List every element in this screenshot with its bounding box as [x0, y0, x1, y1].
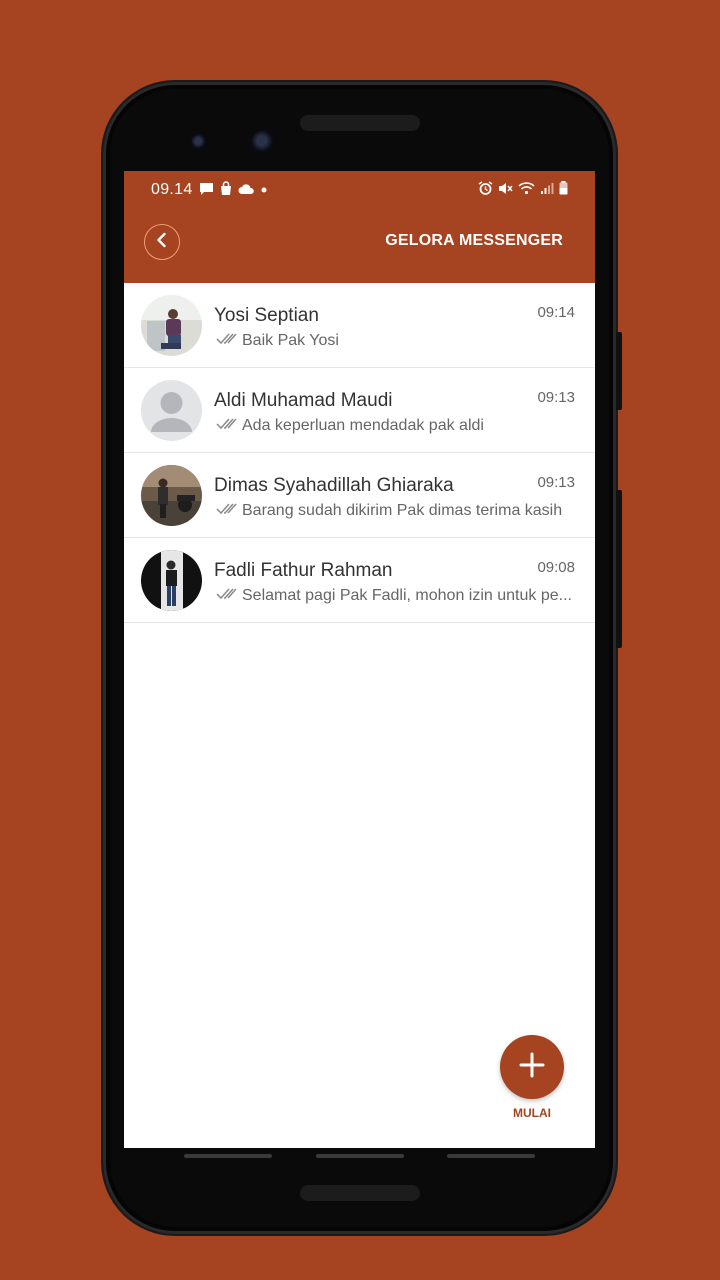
chat-name: Yosi Septian: [214, 305, 319, 326]
message-icon: [199, 182, 214, 198]
chat-name: Dimas Syahadillah Ghiaraka: [214, 475, 454, 496]
chat-time: 09:13: [537, 389, 575, 406]
avatar: [141, 295, 202, 356]
signal-icon: [540, 182, 554, 198]
chat-row[interactable]: Fadli Fathur Rahman 09:08 Selamat pagi P…: [124, 538, 595, 623]
chat-row[interactable]: Yosi Septian 09:14 Baik Pak Yosi: [124, 283, 595, 368]
front-sensor: [191, 134, 207, 150]
chat-preview: Ada keperluan mendadak pak aldi: [216, 417, 573, 435]
dot-icon: [260, 183, 268, 196]
wifi-icon: [518, 181, 535, 198]
plus-icon: [518, 1051, 546, 1084]
page-title: GELORA MESSENGER: [385, 232, 563, 249]
start-chat-button[interactable]: [500, 1035, 564, 1099]
app-bar: GELORA MESSENGER: [124, 208, 595, 283]
bottom-speaker: [300, 1185, 420, 1201]
app-screen: 09.14 GELORA MESSENGER Yosi Septian 09:1…: [124, 171, 595, 1148]
avatar: [141, 380, 202, 441]
chat-name: Aldi Muhamad Maudi: [214, 390, 393, 411]
power-button: [616, 332, 622, 410]
nav-bar-right: [447, 1154, 535, 1158]
double-check-icon: [216, 332, 238, 350]
nav-bar-left: [184, 1154, 272, 1158]
double-check-icon: [216, 587, 238, 605]
nav-bar-center: [316, 1154, 404, 1158]
chat-preview-text: Ada keperluan mendadak pak aldi: [242, 417, 484, 434]
cloud-icon: [238, 183, 255, 197]
chat-preview-text: Selamat pagi Pak Fadli, mohon izin untuk…: [242, 587, 572, 604]
chevron-left-icon: [155, 232, 169, 253]
double-check-icon: [216, 417, 238, 435]
double-check-icon: [216, 502, 238, 520]
chat-time: 09:08: [537, 559, 575, 576]
earpiece-speaker: [300, 115, 420, 131]
chat-list: Yosi Septian 09:14 Baik Pak Yosi Aldi Mu…: [124, 283, 595, 623]
start-chat-label: MULAI: [513, 1106, 551, 1120]
chat-preview: Selamat pagi Pak Fadli, mohon izin untuk…: [216, 587, 573, 605]
bag-icon: [219, 181, 233, 198]
chat-time: 09:13: [537, 474, 575, 491]
chat-preview: Baik Pak Yosi: [216, 332, 573, 350]
chat-preview-text: Baik Pak Yosi: [242, 332, 339, 349]
alarm-icon: [478, 180, 493, 199]
chat-preview: Barang sudah dikirim Pak dimas terima ka…: [216, 502, 573, 520]
status-right-icons: [478, 180, 568, 199]
volume-button: [616, 490, 622, 648]
battery-icon: [559, 181, 568, 198]
back-button[interactable]: [144, 224, 180, 260]
status-bar: 09.14: [124, 171, 595, 208]
front-camera: [251, 130, 275, 154]
chat-preview-text: Barang sudah dikirim Pak dimas terima ka…: [242, 502, 563, 519]
avatar: [141, 465, 202, 526]
status-time: 09.14: [151, 180, 193, 198]
chat-row[interactable]: Aldi Muhamad Maudi 09:13 Ada keperluan m…: [124, 368, 595, 453]
avatar: [141, 550, 202, 611]
mute-icon: [498, 181, 513, 199]
chat-name: Fadli Fathur Rahman: [214, 560, 393, 581]
chat-row[interactable]: Dimas Syahadillah Ghiaraka 09:13 Barang …: [124, 453, 595, 538]
chat-time: 09:14: [537, 304, 575, 321]
